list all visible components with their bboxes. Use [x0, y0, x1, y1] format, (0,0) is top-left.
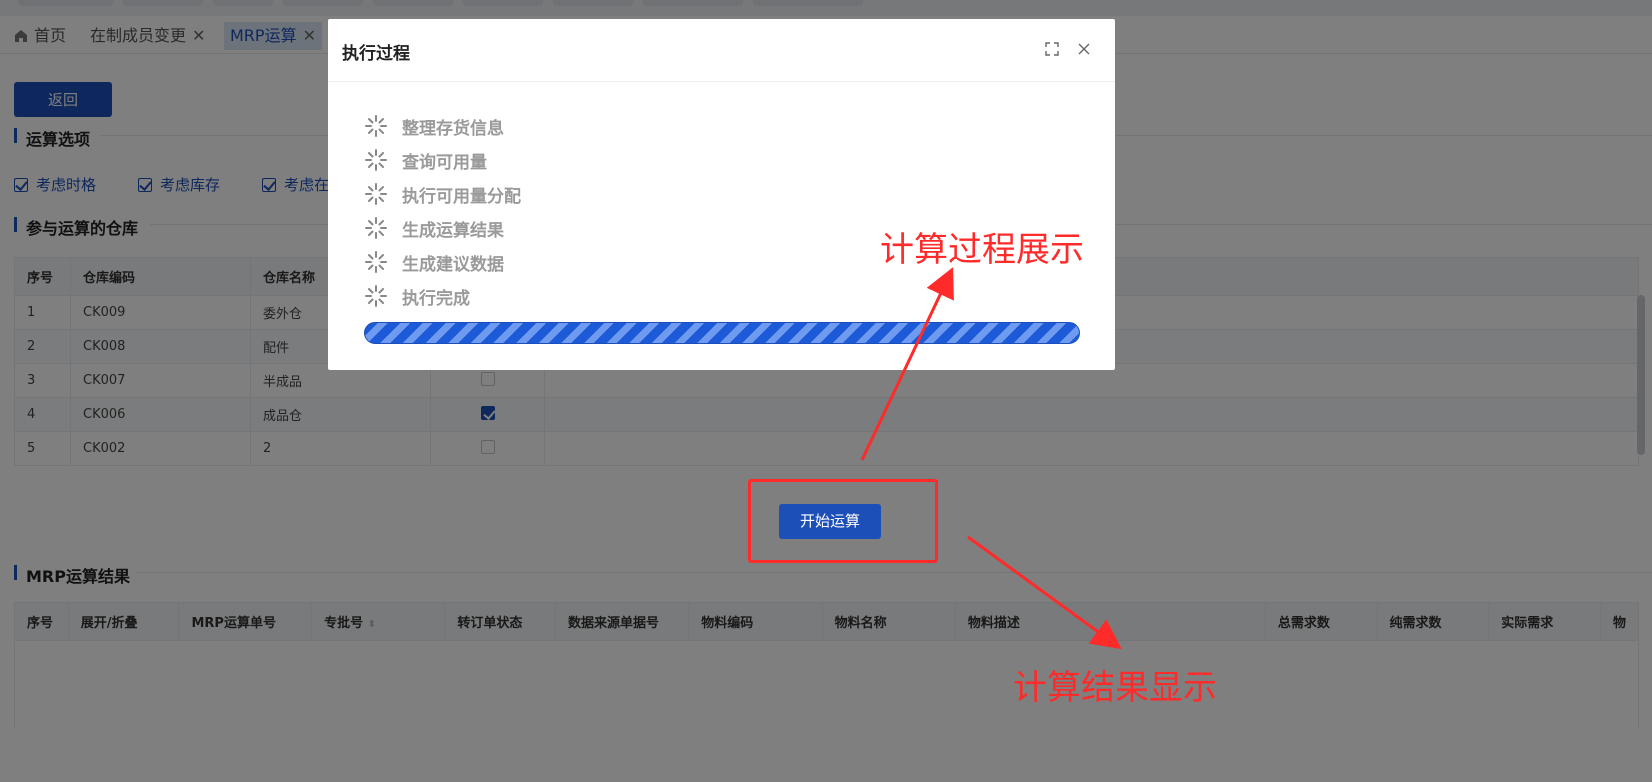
close-icon[interactable]: [1076, 41, 1092, 57]
execution-dialog: 执行过程 整理存货信息 查询可用量 执行可用量分配 生成运算结果 生成建议数据 …: [328, 19, 1115, 370]
loading-icon: [365, 285, 387, 307]
step-item: 查询可用量: [364, 143, 521, 177]
step-item: 执行完成: [364, 279, 521, 313]
dialog-title: 执行过程: [342, 44, 410, 64]
annotation-highlight-box: [748, 479, 938, 563]
step-item: 生成建议数据: [364, 245, 521, 279]
step-label: 生成运算结果: [402, 220, 504, 241]
step-item: 整理存货信息: [364, 109, 521, 143]
step-item: 生成运算结果: [364, 211, 521, 245]
loading-icon: [365, 149, 387, 171]
progress-bar: [364, 322, 1080, 344]
step-label: 查询可用量: [402, 152, 487, 173]
step-label: 生成建议数据: [402, 254, 504, 275]
loading-icon: [365, 251, 387, 273]
step-label: 执行完成: [402, 288, 470, 309]
step-label: 执行可用量分配: [402, 186, 521, 207]
annotation-result-text: 计算结果显示: [1013, 668, 1217, 708]
loading-icon: [365, 217, 387, 239]
annotation-process-text: 计算过程展示: [880, 230, 1084, 270]
step-list: 整理存货信息 查询可用量 执行可用量分配 生成运算结果 生成建议数据 执行完成: [364, 109, 521, 313]
step-label: 整理存货信息: [402, 118, 504, 139]
fullscreen-icon[interactable]: [1044, 41, 1060, 57]
loading-icon: [365, 115, 387, 137]
loading-icon: [365, 183, 387, 205]
step-item: 执行可用量分配: [364, 177, 521, 211]
dialog-header: 执行过程: [328, 19, 1115, 82]
